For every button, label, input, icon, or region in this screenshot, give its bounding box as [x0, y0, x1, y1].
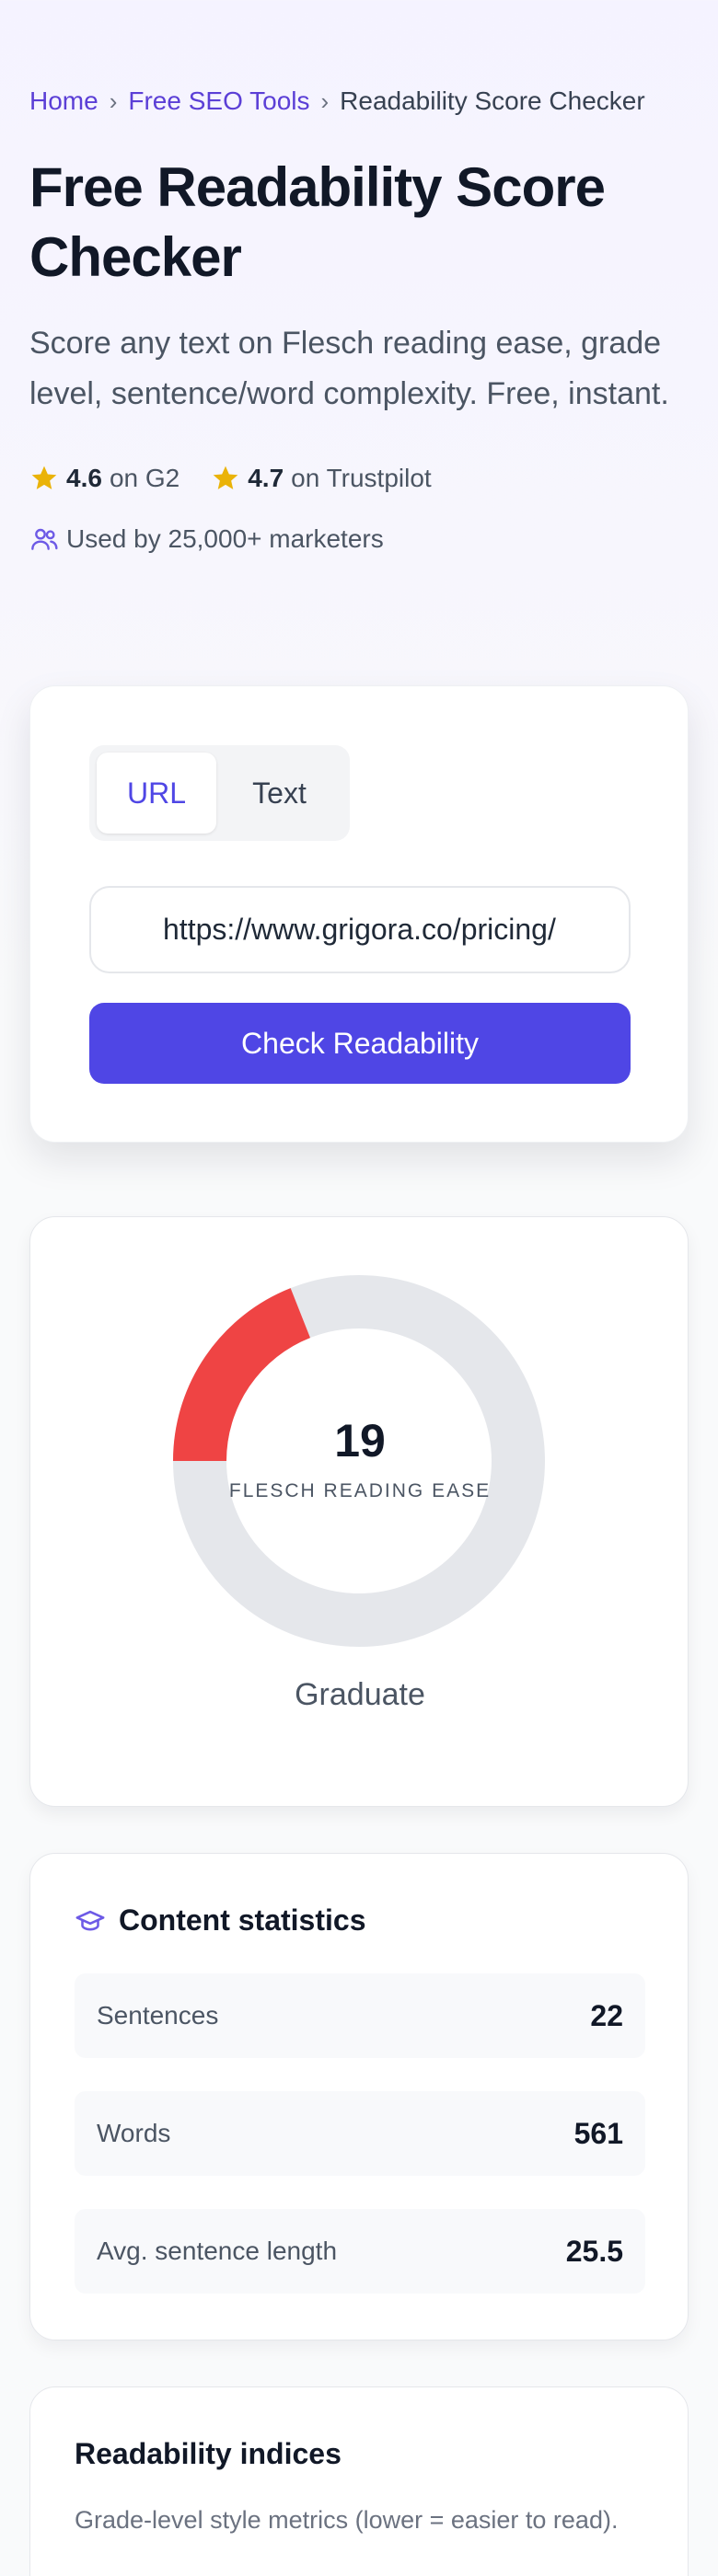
page: Home › Free SEO Tools › Readability Scor…	[0, 0, 718, 2576]
stat-row-words: Words 561	[75, 2091, 645, 2176]
score-card: 19 FLESCH READING EASE Graduate	[29, 1216, 689, 1807]
breadcrumb: Home › Free SEO Tools › Readability Scor…	[29, 0, 689, 118]
rating-score: 4.7	[248, 464, 284, 492]
check-readability-button[interactable]: Check Readability	[89, 1003, 631, 1084]
stat-row-sentences: Sentences 22	[75, 1973, 645, 2058]
content-statistics-card: Content statistics Sentences 22 Words 56…	[29, 1853, 689, 2340]
page-subtitle: Score any text on Flesch reading ease, g…	[29, 326, 669, 411]
rating-trustpilot: 4.7 on Trustpilot	[211, 464, 432, 493]
stat-row-avg-sentence-length: Avg. sentence length 25.5	[75, 2209, 645, 2294]
stat-value: 22	[590, 1998, 623, 2032]
tab-url[interactable]: URL	[97, 753, 216, 834]
indices-description: Grade-level style metrics (lower = easie…	[75, 2506, 619, 2534]
usage-line: Used by 25,000+ marketers	[29, 524, 689, 554]
usage-text: Used by 25,000+ marketers	[66, 524, 384, 553]
page-title: Free Readability Score Checker	[29, 156, 606, 288]
breadcrumb-current: Readability Score Checker	[340, 86, 645, 115]
breadcrumb-separator: ›	[109, 87, 118, 115]
stat-value: 561	[573, 2116, 623, 2150]
rating-score: 4.6	[66, 464, 102, 492]
stat-label: Avg. sentence length	[97, 2237, 338, 2265]
star-icon	[213, 466, 238, 489]
rating-source: on Trustpilot	[291, 464, 432, 492]
star-icon	[31, 466, 57, 489]
readability-indices-card: Readability indices Grade-level style me…	[29, 2386, 689, 2576]
stats-title: Content statistics	[119, 1903, 366, 1937]
rating-g2: 4.6 on G2	[29, 464, 180, 493]
breadcrumb-home-link[interactable]: Home	[29, 85, 98, 118]
input-mode-tabs: URL Text	[89, 745, 350, 841]
graduation-cap-icon	[75, 1910, 105, 1930]
score-grade: Graduate	[295, 1677, 425, 1712]
score-label: FLESCH READING EASE	[228, 1480, 492, 1501]
stat-label: Words	[97, 2119, 171, 2147]
breadcrumb-separator: ›	[320, 87, 330, 115]
ratings: 4.6 on G2 4.7 on Trustpilot	[29, 464, 689, 493]
score-value: 19	[334, 1415, 386, 1466]
url-input[interactable]	[89, 886, 631, 973]
tab-text[interactable]: Text	[216, 753, 342, 834]
stat-value: 25.5	[565, 2234, 623, 2268]
stats-header: Content statistics	[75, 1903, 365, 1938]
breadcrumb-tools-link[interactable]: Free SEO Tools	[128, 85, 309, 118]
rating-source: on G2	[109, 464, 180, 492]
indices-title: Readability indices	[75, 2437, 342, 2470]
checker-form-card: URL Text Check Readability	[29, 685, 689, 1143]
stat-label: Sentences	[97, 2001, 219, 2030]
users-icon	[31, 528, 58, 550]
